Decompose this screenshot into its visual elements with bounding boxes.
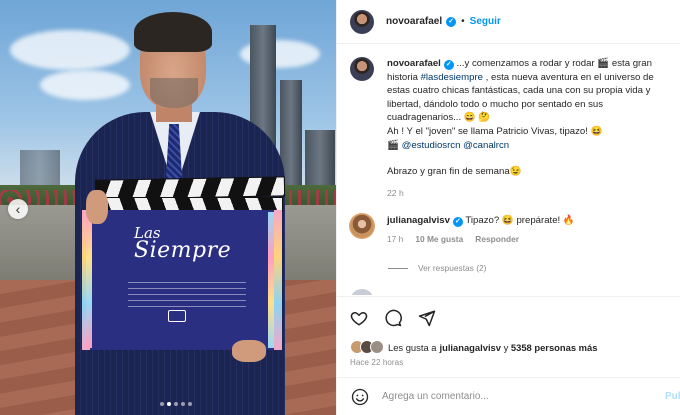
likes-middle: y (500, 341, 511, 353)
comment-content: Tipazo? 😆 prepárate! 🔥 (462, 215, 575, 226)
verified-icon: ✓ (452, 217, 463, 227)
mention-link[interactable]: @estudiosrcn (402, 140, 461, 151)
verified-icon: ✓ (443, 60, 454, 70)
likes-count[interactable]: 5358 personas más (511, 342, 598, 353)
follow-button[interactable]: Seguir (470, 16, 501, 27)
carousel-dot (174, 402, 178, 406)
hashtag-link[interactable]: #lasdesiempre (421, 72, 483, 83)
caption-line-4: Abrazo y gran fin de semana😉 (387, 166, 522, 178)
caption-line-2: Ah ! Y el "joven" se llama Patricio Viva… (387, 125, 603, 137)
verified-icon: ✓ (446, 16, 457, 27)
post-photo[interactable]: Las Siempre ‹ (0, 0, 336, 415)
comment-username[interactable]: julianagalvisv (387, 215, 450, 226)
likes-prefix: Les gusta a (388, 341, 437, 353)
emoji-icon (351, 388, 369, 405)
view-replies-button[interactable]: Ver respuestas (2) (388, 263, 486, 273)
man-hand (232, 340, 266, 362)
caption-time[interactable]: 22 h (387, 187, 677, 201)
mention-link[interactable]: @canalrcn (463, 140, 509, 151)
comment-icon (385, 309, 402, 326)
carousel-dot (160, 402, 164, 406)
sky-cloud (10, 30, 130, 70)
chevron-left-icon: ‹ (15, 201, 21, 217)
caption-username[interactable]: novoarafael (387, 58, 441, 69)
post-timestamp[interactable]: Hace 22 horas (350, 358, 403, 367)
likes-user[interactable]: julianagalvisv (439, 342, 501, 353)
avatar[interactable] (350, 9, 374, 34)
publish-button[interactable]: Publicar (665, 391, 680, 402)
carousel-dot-active (167, 402, 171, 406)
rcn-logo (168, 310, 186, 322)
building (305, 130, 335, 190)
avatar[interactable] (350, 289, 374, 295)
clapperboard-logo: Las Siempre (134, 224, 244, 270)
avatar[interactable] (350, 57, 374, 81)
avatar[interactable] (350, 214, 374, 238)
comments-list[interactable]: novoarafael ✓ ...y comenzamos a rodar y r… (337, 45, 680, 295)
comment-button[interactable] (383, 308, 403, 328)
sky-cloud (40, 70, 130, 100)
clapper-emoji: 🎬 (387, 139, 399, 151)
comment-likes[interactable]: 10 Me gusta (415, 234, 463, 244)
caption-line-3: 🎬 @estudiosrcn @canalrcn (387, 139, 677, 153)
like-button[interactable] (349, 308, 369, 328)
clapperboard-credits (128, 282, 246, 308)
caption-text: novoarafael ✓ ...y comenzamos a rodar y r… (387, 57, 677, 200)
comment-time[interactable]: 17 h (387, 234, 403, 244)
clapperboard-title-line2: Siempre (134, 238, 232, 263)
emoji-button[interactable] (350, 387, 370, 407)
share-icon (418, 310, 436, 326)
man-hair (134, 12, 212, 52)
comment-input[interactable] (382, 391, 665, 402)
caption: novoarafael ✓ ...y comenzamos a rodar y r… (350, 57, 680, 200)
separator-dot: • (461, 16, 465, 27)
add-comment-bar: Publicar (337, 377, 680, 415)
liker-avatars (350, 340, 384, 354)
comment-meta: 17 h 10 Me gusta Responder (387, 234, 575, 244)
caption-paragraph: novoarafael ✓ ...y comenzamos a rodar y r… (387, 57, 677, 125)
heart-icon (350, 311, 368, 325)
carousel-dots (160, 402, 192, 406)
avatar (370, 340, 384, 354)
post-username[interactable]: novoarafael (386, 16, 442, 27)
clapperboard-stick (95, 197, 283, 211)
post-header: novoarafael ✓ • Seguir (337, 0, 680, 44)
carousel-dot (181, 402, 185, 406)
comment-item-partial: ··· ··· ··· ···· ·· ·· ··· ··· (350, 289, 479, 295)
comment-body: julianagalvisv ✓ Tipazo? 😆 prepárate! 🔥 1… (387, 214, 575, 244)
replies-line (388, 267, 408, 269)
action-bar (337, 296, 680, 338)
view-replies-label: Ver respuestas (2) (418, 263, 487, 273)
post-panel: novoarafael ✓ • Seguir novoarafael ✓ ...y… (336, 0, 680, 415)
likes-summary[interactable]: Les gusta a julianagalvisv y 5358 person… (350, 340, 597, 354)
comment-item: julianagalvisv ✓ Tipazo? 😆 prepárate! 🔥 1… (350, 214, 680, 244)
clapperboard-stripe (268, 212, 274, 348)
carousel-prev-button[interactable]: ‹ (8, 199, 28, 219)
man-hand (86, 190, 108, 224)
carousel-dot (188, 402, 192, 406)
man-beard (150, 78, 198, 108)
building (20, 150, 60, 190)
reply-button[interactable]: Responder (475, 234, 519, 244)
clapperboard-stripe (86, 212, 92, 348)
share-button[interactable] (417, 308, 437, 328)
comment-text: julianagalvisv ✓ Tipazo? 😆 prepárate! 🔥 (387, 214, 575, 227)
